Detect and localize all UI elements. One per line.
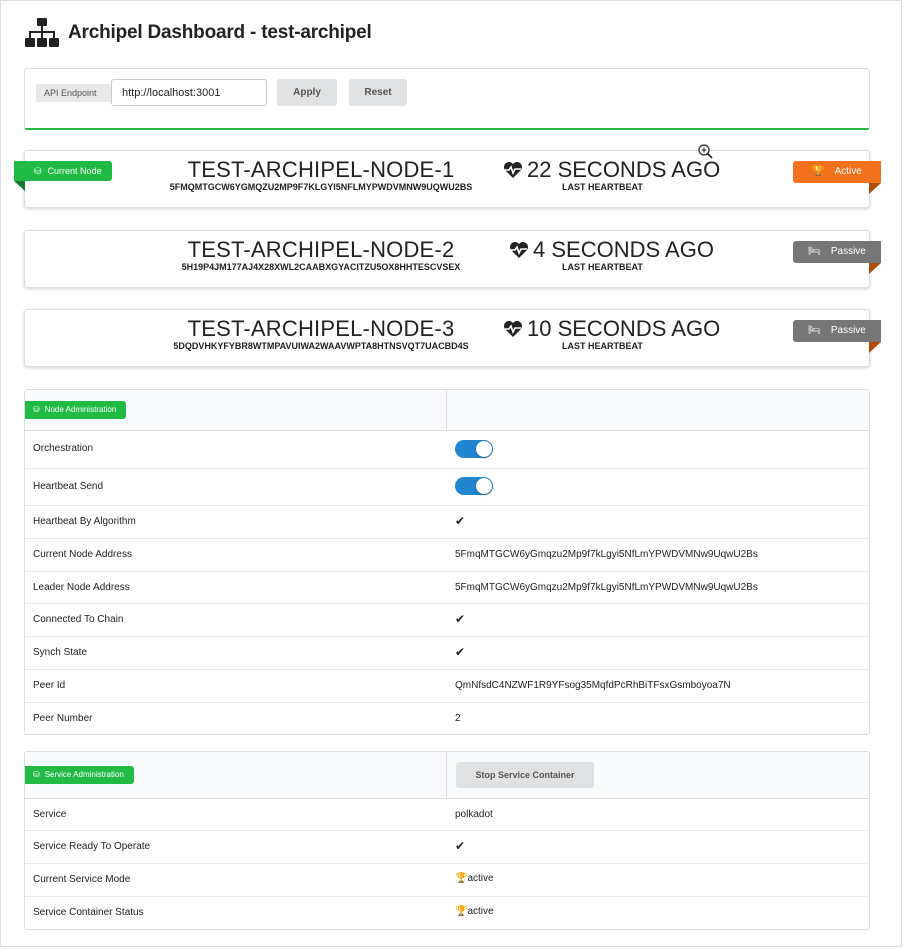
status-badge-label: Passive [830, 246, 866, 257]
bed-icon: 🛏 [808, 246, 821, 257]
check-icon: ✔ [455, 612, 466, 626]
stop-service-container-button[interactable]: Stop Service Container [456, 762, 594, 788]
table-row: Leader Node Address 5FmqMTGCW6yGmqzu2Mp9… [25, 572, 869, 604]
heartbeat-time: 4 SECONDS AGO [533, 237, 714, 262]
reset-button[interactable]: Reset [349, 79, 407, 106]
api-endpoint-form: API Endpoint Apply Reset [24, 68, 870, 130]
row-label: Service [33, 809, 67, 820]
node-card-1: ⛁ Current Node TEST-ARCHIPEL-NODE-1 5FMQM… [14, 150, 881, 208]
table-row: Synch State ✔ [25, 637, 869, 670]
api-endpoint-label: API Endpoint [36, 84, 118, 102]
node-address: 5DQDVHKYFYBR8WTMPAVUIWA2WAAVWPTA8HTNSVQT… [173, 341, 469, 351]
row-label: Leader Node Address [33, 582, 130, 593]
status-value: active [467, 906, 494, 917]
node-admin-label: ⛁ Node Administration [25, 401, 127, 419]
row-label: Current Node Address [33, 549, 132, 560]
service-container-status: 🏆active [455, 906, 494, 917]
table-row: Current Node Address 5FmqMTGCW6yGmqzu2Mp… [25, 539, 869, 572]
row-label: Peer Id [33, 680, 66, 691]
column-divider [446, 752, 447, 798]
table-row: Heartbeat Send [25, 469, 869, 506]
heartbeat-icon [510, 242, 528, 258]
row-label: Service Container Status [33, 907, 144, 918]
heartbeat-icon [504, 162, 522, 178]
node-card-3: TEST-ARCHIPEL-NODE-3 5DQDVHKYFYBR8WTMPAV… [24, 309, 881, 367]
heartbeat-label: LAST HEARTBEAT [562, 262, 643, 272]
toggle-knob [476, 441, 492, 457]
heartbeat-label: LAST HEARTBEAT [562, 341, 643, 351]
current-node-address: 5FmqMTGCW6yGmqzu2Mp9f7kLgyi5NfLmYPWDVMNw… [455, 549, 758, 560]
heartbeat: 4 SECONDS AGO [509, 237, 714, 263]
check-icon: ✔ [455, 839, 466, 853]
row-label: Heartbeat Send [33, 481, 104, 492]
trophy-icon: 🏆 [812, 166, 825, 177]
node-address: 5H19P4JM177AJ4X28XWL2CAABXGYACITZU5OX8HH… [181, 262, 461, 272]
api-endpoint-input[interactable] [111, 79, 267, 106]
apply-button[interactable]: Apply [277, 79, 337, 106]
row-label: Service Ready To Operate [33, 841, 151, 852]
node-admin-table: ⛁ Node Administration Orchestration Heart… [24, 389, 870, 735]
heartbeat: 10 SECONDS AGO [503, 316, 720, 342]
table-row: Orchestration [25, 431, 869, 469]
node-admin-title: Node Administration [44, 405, 117, 414]
check-icon: ✔ [455, 514, 466, 528]
zoom-cursor-icon [698, 144, 713, 159]
status-badge-passive: 🛏 Passive [793, 241, 881, 274]
heartbeat-time: 10 SECONDS AGO [527, 316, 721, 341]
node-admin-header: ⛁ Node Administration [25, 390, 869, 431]
table-row: Service Container Status 🏆active [25, 897, 869, 929]
table-row: Service polkadot [25, 799, 869, 831]
status-badge-label: Active [834, 166, 862, 177]
column-divider [446, 390, 447, 430]
bed-icon: 🛏 [808, 325, 821, 336]
toggle-knob [476, 478, 492, 494]
heartbeat-send-toggle[interactable] [455, 477, 493, 495]
service-admin-header: ⛁ Service Administration Stop Service Con… [25, 752, 869, 799]
heartbeat: 22 SECONDS AGO [503, 157, 720, 183]
leader-node-address: 5FmqMTGCW6yGmqzu2Mp9f7kLgyi5NfLmYPWDVMNw… [455, 582, 758, 593]
row-label: Synch State [33, 647, 87, 658]
table-row: Current Service Mode 🏆active [25, 864, 869, 897]
node-card-2: TEST-ARCHIPEL-NODE-2 5H19P4JM177AJ4X28XW… [24, 230, 881, 288]
row-label: Connected To Chain [33, 614, 124, 625]
heartbeat-time: 22 SECONDS AGO [527, 157, 721, 182]
mode-value: active [467, 873, 494, 884]
row-label: Current Service Mode [33, 874, 131, 885]
sitemap-icon [25, 18, 59, 47]
service-admin-table: ⛁ Service Administration Stop Service Con… [24, 751, 870, 930]
heartbeat-icon [504, 321, 522, 337]
peer-id: QmNfsdC4NZWF1R9YFsog35MqfdPcRhBiTFsxGsmb… [455, 680, 731, 691]
trophy-icon: 🏆 [455, 906, 468, 917]
service-name: polkadot [455, 809, 493, 820]
status-badge-active: 🏆 Active [793, 161, 881, 194]
row-label: Orchestration [33, 443, 94, 454]
orchestration-toggle[interactable] [455, 440, 493, 458]
service-admin-label: ⛁ Service Administration [25, 766, 134, 784]
table-row: Peer Number 2 [25, 703, 869, 734]
node-address: 5FMQMTGCW6YGMQZU2MP9F7KLGYI5NFLMYPWDVMNW… [169, 182, 473, 192]
hdd-icon: ⛁ [33, 770, 40, 779]
current-service-mode: 🏆active [455, 873, 494, 884]
row-label: Peer Number [33, 713, 93, 724]
check-icon: ✔ [455, 645, 466, 659]
table-row: Peer Id QmNfsdC4NZWF1R9YFsog35MqfdPcRhBi… [25, 670, 869, 703]
page-header: Archipel Dashboard - test-archipel [24, 17, 372, 49]
status-badge-label: Passive [830, 325, 866, 336]
peer-number: 2 [455, 713, 461, 724]
row-label: Heartbeat By Algorithm [33, 516, 136, 527]
trophy-icon: 🏆 [455, 873, 468, 884]
status-badge-passive: 🛏 Passive [793, 320, 881, 353]
hdd-icon: ⛁ [33, 405, 40, 414]
page-title: Archipel Dashboard - test-archipel [68, 22, 372, 43]
table-row: Heartbeat By Algorithm ✔ [25, 506, 869, 539]
service-admin-title: Service Administration [44, 770, 124, 779]
table-row: Service Ready To Operate ✔ [25, 831, 869, 864]
table-row: Connected To Chain ✔ [25, 604, 869, 637]
heartbeat-label: LAST HEARTBEAT [562, 182, 643, 192]
